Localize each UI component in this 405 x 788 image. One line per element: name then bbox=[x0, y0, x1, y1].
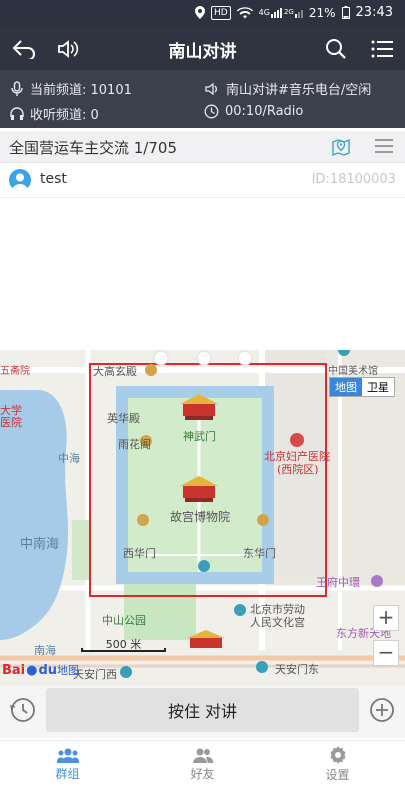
hamburger-icon bbox=[375, 139, 393, 153]
map-type-satellite[interactable]: 卫星 bbox=[362, 378, 394, 396]
map-label: 英华殿 bbox=[107, 412, 140, 425]
member-name: test bbox=[40, 171, 67, 187]
wifi-icon bbox=[236, 6, 253, 18]
paw-icon: ● bbox=[26, 662, 38, 678]
zoom-out-button[interactable]: − bbox=[373, 640, 399, 666]
battery-level: 21% bbox=[308, 5, 336, 20]
location-icon bbox=[194, 6, 205, 19]
map-label: 故宫博物院 bbox=[170, 510, 231, 524]
map-label: 医院 bbox=[0, 416, 22, 429]
map-label: 人民文化宫 bbox=[250, 616, 305, 629]
friends-icon bbox=[192, 748, 213, 763]
map-label: 王府中環 bbox=[316, 576, 360, 589]
map-scale: 500 米 bbox=[81, 636, 166, 658]
tab-settings[interactable]: 设置 bbox=[270, 741, 405, 788]
map-type-standard[interactable]: 地图 bbox=[330, 378, 362, 396]
map-label: 雨花阁 bbox=[118, 438, 151, 451]
history-icon bbox=[9, 698, 35, 722]
map-label: 大高玄殿 bbox=[93, 365, 137, 378]
push-to-talk-button[interactable]: 按住 对讲 bbox=[46, 688, 359, 732]
listen-channel: 收听频道: 0 bbox=[10, 104, 99, 123]
map-label: 东华门 bbox=[243, 547, 276, 560]
status-bar: HD 4G 2G 21% 23:43 bbox=[0, 0, 405, 27]
radio-timer: 00:10/Radio bbox=[204, 104, 303, 119]
add-circle-icon bbox=[370, 698, 394, 722]
map-label: 天安门东 bbox=[275, 663, 319, 676]
map-label: 南海 bbox=[34, 644, 56, 657]
group-icon bbox=[56, 748, 79, 763]
map-view[interactable]: 大高玄殿 中国美术馆 大学 医院 五斋院 英华殿 雨花阁 神武门 北京妇产医院 … bbox=[0, 350, 405, 686]
group-name: 全国营运车主交流 1/705 bbox=[9, 139, 177, 157]
map-label: 中南海 bbox=[20, 537, 60, 552]
signal-icon: 4G 2G bbox=[259, 7, 303, 18]
map-label: (西院区) bbox=[277, 463, 319, 476]
location-map-button[interactable] bbox=[330, 136, 352, 162]
current-channel: 当前频道: 10101 bbox=[10, 79, 132, 98]
menu-button[interactable] bbox=[366, 33, 398, 65]
zoom-in-button[interactable]: + bbox=[373, 605, 399, 631]
map-label: 西华门 bbox=[123, 547, 156, 560]
map-label: 中国美术馆 bbox=[328, 366, 378, 377]
map-label: 中海 bbox=[58, 452, 80, 465]
bottom-nav: 群组 好友 设置 bbox=[0, 740, 405, 788]
app-screen: HD 4G 2G 21% 23:43 南山对讲 当前频道: 10101 收听频道… bbox=[0, 0, 405, 788]
map-label: 中山公园 bbox=[102, 614, 146, 627]
add-button[interactable] bbox=[369, 697, 395, 723]
group-menu-button[interactable] bbox=[374, 137, 394, 159]
baidu-map-logo: Bai ● du 地图 bbox=[2, 662, 80, 678]
search-icon bbox=[326, 39, 346, 59]
channel-info-panel: 当前频道: 10101 收听频道: 0 南山对讲#音乐电台/空闲 00:10/R… bbox=[0, 70, 405, 128]
tab-groups[interactable]: 群组 bbox=[0, 741, 135, 788]
volume-icon bbox=[205, 82, 217, 95]
hd-badge: HD bbox=[210, 5, 231, 20]
map-label: 天安门西 bbox=[73, 668, 117, 681]
member-row[interactable]: test ID:18100003 bbox=[0, 163, 405, 198]
title-bar: 南山对讲 bbox=[0, 27, 405, 70]
microphone-icon bbox=[11, 80, 23, 96]
search-button[interactable] bbox=[320, 33, 352, 65]
clock-icon bbox=[204, 104, 219, 119]
tab-friends[interactable]: 好友 bbox=[135, 741, 270, 788]
list-menu-icon bbox=[371, 40, 393, 58]
station-status: 南山对讲#音乐电台/空闲 bbox=[204, 79, 371, 98]
user-icon bbox=[12, 173, 28, 191]
history-button[interactable] bbox=[9, 697, 36, 723]
group-bar: 全国营运车主交流 1/705 bbox=[0, 131, 405, 163]
ptt-row: 按住 对讲 bbox=[0, 686, 405, 738]
gear-icon bbox=[330, 746, 345, 764]
avatar bbox=[9, 169, 31, 191]
clock: 23:43 bbox=[355, 5, 393, 20]
headphones-icon bbox=[10, 106, 24, 120]
map-pin-icon bbox=[332, 138, 350, 157]
map-label: 神武门 bbox=[183, 430, 216, 443]
battery-icon bbox=[341, 6, 350, 19]
member-id: ID:18100003 bbox=[311, 172, 396, 187]
map-type-toggle: 地图 卫星 bbox=[329, 377, 395, 397]
map-label: 五斋院 bbox=[0, 366, 30, 377]
